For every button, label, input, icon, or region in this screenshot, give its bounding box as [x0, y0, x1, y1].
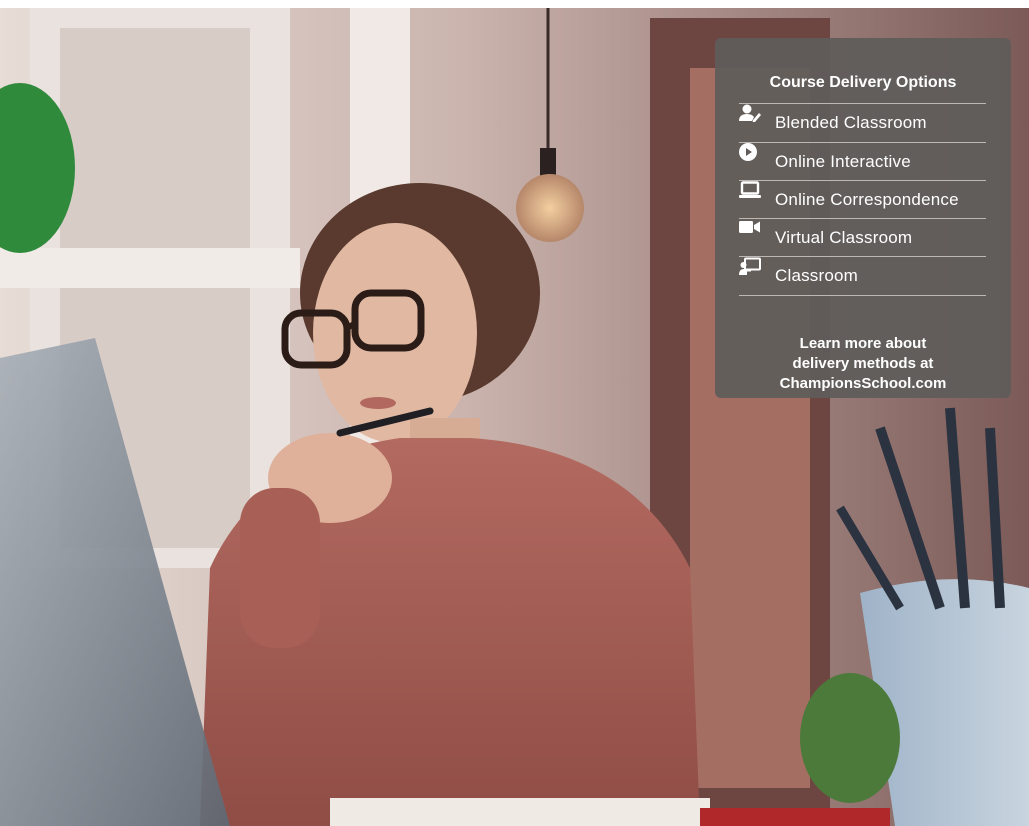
option-virtual-classroom[interactable]: Virtual Classroom [739, 219, 986, 257]
hero-photo: Course Delivery Options Blended Classroo… [0, 8, 1029, 826]
option-online-correspondence[interactable]: Online Correspondence [739, 181, 986, 219]
option-online-interactive[interactable]: Online Interactive [739, 143, 986, 181]
panel-title: Course Delivery Options [769, 74, 957, 91]
learn-more-text: Learn more about delivery methods at Cha… [715, 334, 1011, 394]
course-delivery-options-panel: Course Delivery Options Blended Classroo… [715, 38, 1011, 398]
option-label: Classroom [775, 266, 859, 285]
option-blended-classroom[interactable]: Blended Classroom [739, 104, 986, 142]
laptop-icon [739, 181, 765, 210]
chalkboard-teacher-icon [739, 257, 765, 286]
champions-school-link[interactable]: ChampionsSchool.com [715, 374, 1011, 394]
video-camera-icon [739, 221, 765, 248]
option-label: Online Correspondence [775, 190, 959, 209]
play-circle-icon [739, 143, 765, 172]
option-label: Virtual Classroom [775, 228, 913, 247]
option-label: Blended Classroom [775, 113, 927, 132]
option-label: Online Interactive [775, 152, 911, 171]
footer-line: delivery methods at [792, 355, 934, 372]
option-classroom[interactable]: Classroom [739, 257, 986, 295]
footer-line: Learn more about [799, 335, 927, 352]
divider [739, 295, 986, 296]
user-edit-icon [739, 104, 765, 133]
